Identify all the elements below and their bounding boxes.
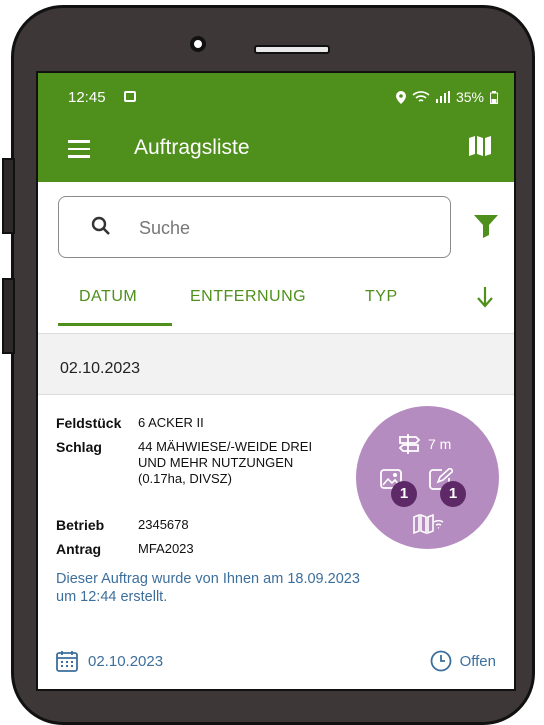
signal-icon [435, 91, 450, 103]
page-title: Auftragsliste [134, 136, 250, 159]
field-value: MFA2023 [138, 541, 194, 556]
wifi-icon [412, 90, 430, 102]
field-key: Betrieb [56, 517, 105, 533]
speaker [254, 45, 330, 54]
search-input[interactable] [137, 214, 421, 242]
distance-value: 7 m [428, 436, 452, 452]
search-icon [91, 216, 110, 235]
order-card[interactable]: Feldstück 6 ACKER II Schlag 44 MÄHWIESE/… [38, 394, 514, 689]
order-note: Dieser Auftrag wurde von Ihnen am 18.09.… [56, 571, 360, 605]
edit-count-badge: 1 [440, 481, 466, 507]
distance: 7 m [396, 433, 451, 455]
side-button-upper [2, 158, 15, 234]
signpost-icon [398, 434, 421, 454]
screen: 12:45 35% Auftragsliste DATUM ENTFER [36, 71, 516, 691]
battery-icon [490, 90, 498, 104]
image-icon [124, 91, 136, 102]
tab-entfernung[interactable]: ENTFERNUNG [190, 288, 306, 306]
tab-typ[interactable]: TYP [365, 288, 398, 306]
field-value: 44 MÄHWIESE/-WEIDE DREI UND MEHR NUTZUNG… [138, 439, 313, 486]
camera [190, 36, 206, 52]
status-right: 35% [395, 89, 498, 105]
app-bar: Auftragsliste [38, 116, 514, 182]
sort-tabs: DATUM ENTFERNUNG TYP [38, 280, 514, 326]
sort-down-icon[interactable] [476, 286, 494, 308]
status-circle[interactable]: 7 m 1 1 [356, 406, 499, 549]
field-key: Feldstück [56, 415, 122, 431]
tab-datum[interactable]: DATUM [79, 288, 137, 306]
filter-icon[interactable] [473, 214, 499, 238]
active-tab-indicator [58, 323, 172, 326]
content: DATUM ENTFERNUNG TYP 02.10.2023 Feldstüc… [38, 182, 514, 689]
location-icon [395, 90, 406, 104]
footer-date-text: 02.10.2023 [88, 652, 164, 670]
footer-date: 02.10.2023 [56, 650, 163, 672]
side-button-lower [2, 278, 15, 354]
field-key: Antrag [56, 541, 102, 557]
status-time: 12:45 [68, 89, 106, 106]
menu-icon[interactable] [68, 140, 90, 158]
battery-percent: 35% [455, 89, 484, 105]
map-icon[interactable] [468, 135, 492, 157]
group-date-header: 02.10.2023 [60, 360, 141, 377]
search-box[interactable] [58, 196, 451, 258]
footer-status: Offen [430, 650, 496, 672]
field-value: 6 ACKER II [138, 415, 204, 430]
field-key: Schlag [56, 439, 102, 455]
photo-count-badge: 1 [391, 481, 417, 507]
clock-icon [430, 650, 451, 672]
map-wifi-icon [413, 513, 444, 535]
calendar-icon [56, 651, 78, 672]
order-list: 02.10.2023 Feldstück 6 ACKER II Schlag 4… [38, 333, 514, 689]
footer-status-text: Offen [459, 652, 496, 670]
field-value: 2345678 [138, 517, 189, 532]
status-bar: 12:45 35% [38, 73, 514, 116]
